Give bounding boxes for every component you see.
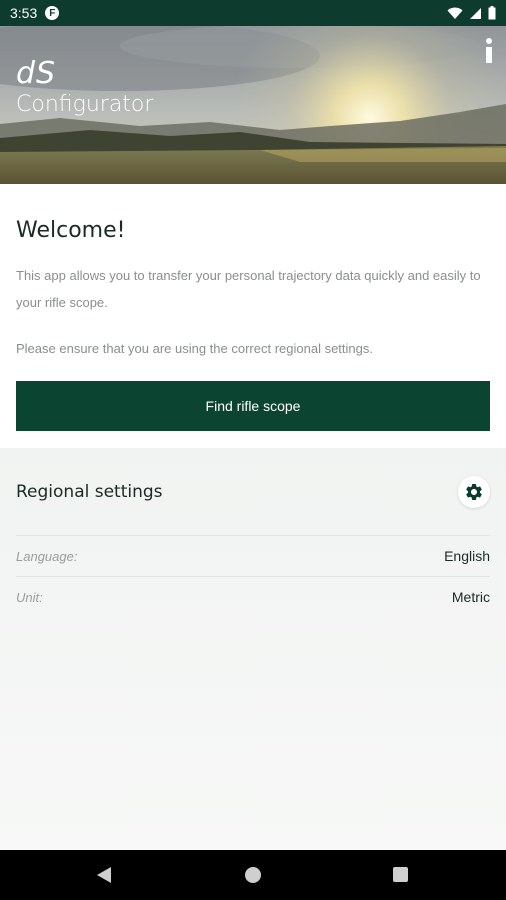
regional-settings-title: Regional settings — [16, 482, 163, 502]
gear-icon — [466, 484, 482, 500]
unit-row[interactable]: Unit: Metric — [16, 577, 490, 617]
language-label: Language: — [16, 548, 78, 564]
language-row[interactable]: Language: English — [16, 536, 490, 576]
regional-settings-note: Please ensure that you are using the cor… — [16, 341, 373, 356]
signal-icon — [470, 7, 481, 19]
recents-icon[interactable] — [393, 867, 408, 882]
info-bar — [486, 47, 492, 63]
status-bar: 3:53 F — [0, 0, 506, 26]
welcome-description: This app allows you to transfer your per… — [16, 268, 481, 310]
language-value: English — [444, 548, 490, 564]
info-icon[interactable] — [482, 38, 496, 68]
back-icon[interactable] — [96, 866, 112, 884]
logo-configurator: Configurator — [16, 92, 154, 117]
unit-value: Metric — [451, 589, 490, 605]
status-icons — [447, 6, 496, 20]
app-screen: 3:53 F dS Configurator Welcome! This app… — [0, 0, 506, 900]
regional-settings-section: Regional settings Language: English Unit… — [0, 448, 506, 850]
header-banner: dS Configurator — [0, 26, 506, 184]
find-rifle-scope-button[interactable]: Find rifle scope — [16, 381, 490, 431]
welcome-card: Welcome! This app allows you to transfer… — [0, 184, 506, 448]
navigation-bar — [0, 850, 506, 900]
home-icon[interactable] — [245, 867, 261, 883]
notification-icon: F — [45, 6, 60, 20]
status-time: 3:53 — [10, 5, 38, 21]
info-dot — [486, 38, 492, 44]
wifi-icon — [447, 7, 463, 19]
battery-icon — [488, 6, 496, 20]
welcome-title: Welcome! — [16, 218, 126, 243]
unit-label: Unit: — [16, 589, 43, 605]
regional-settings-button[interactable] — [458, 476, 490, 508]
logo-ds: dS — [16, 56, 57, 91]
